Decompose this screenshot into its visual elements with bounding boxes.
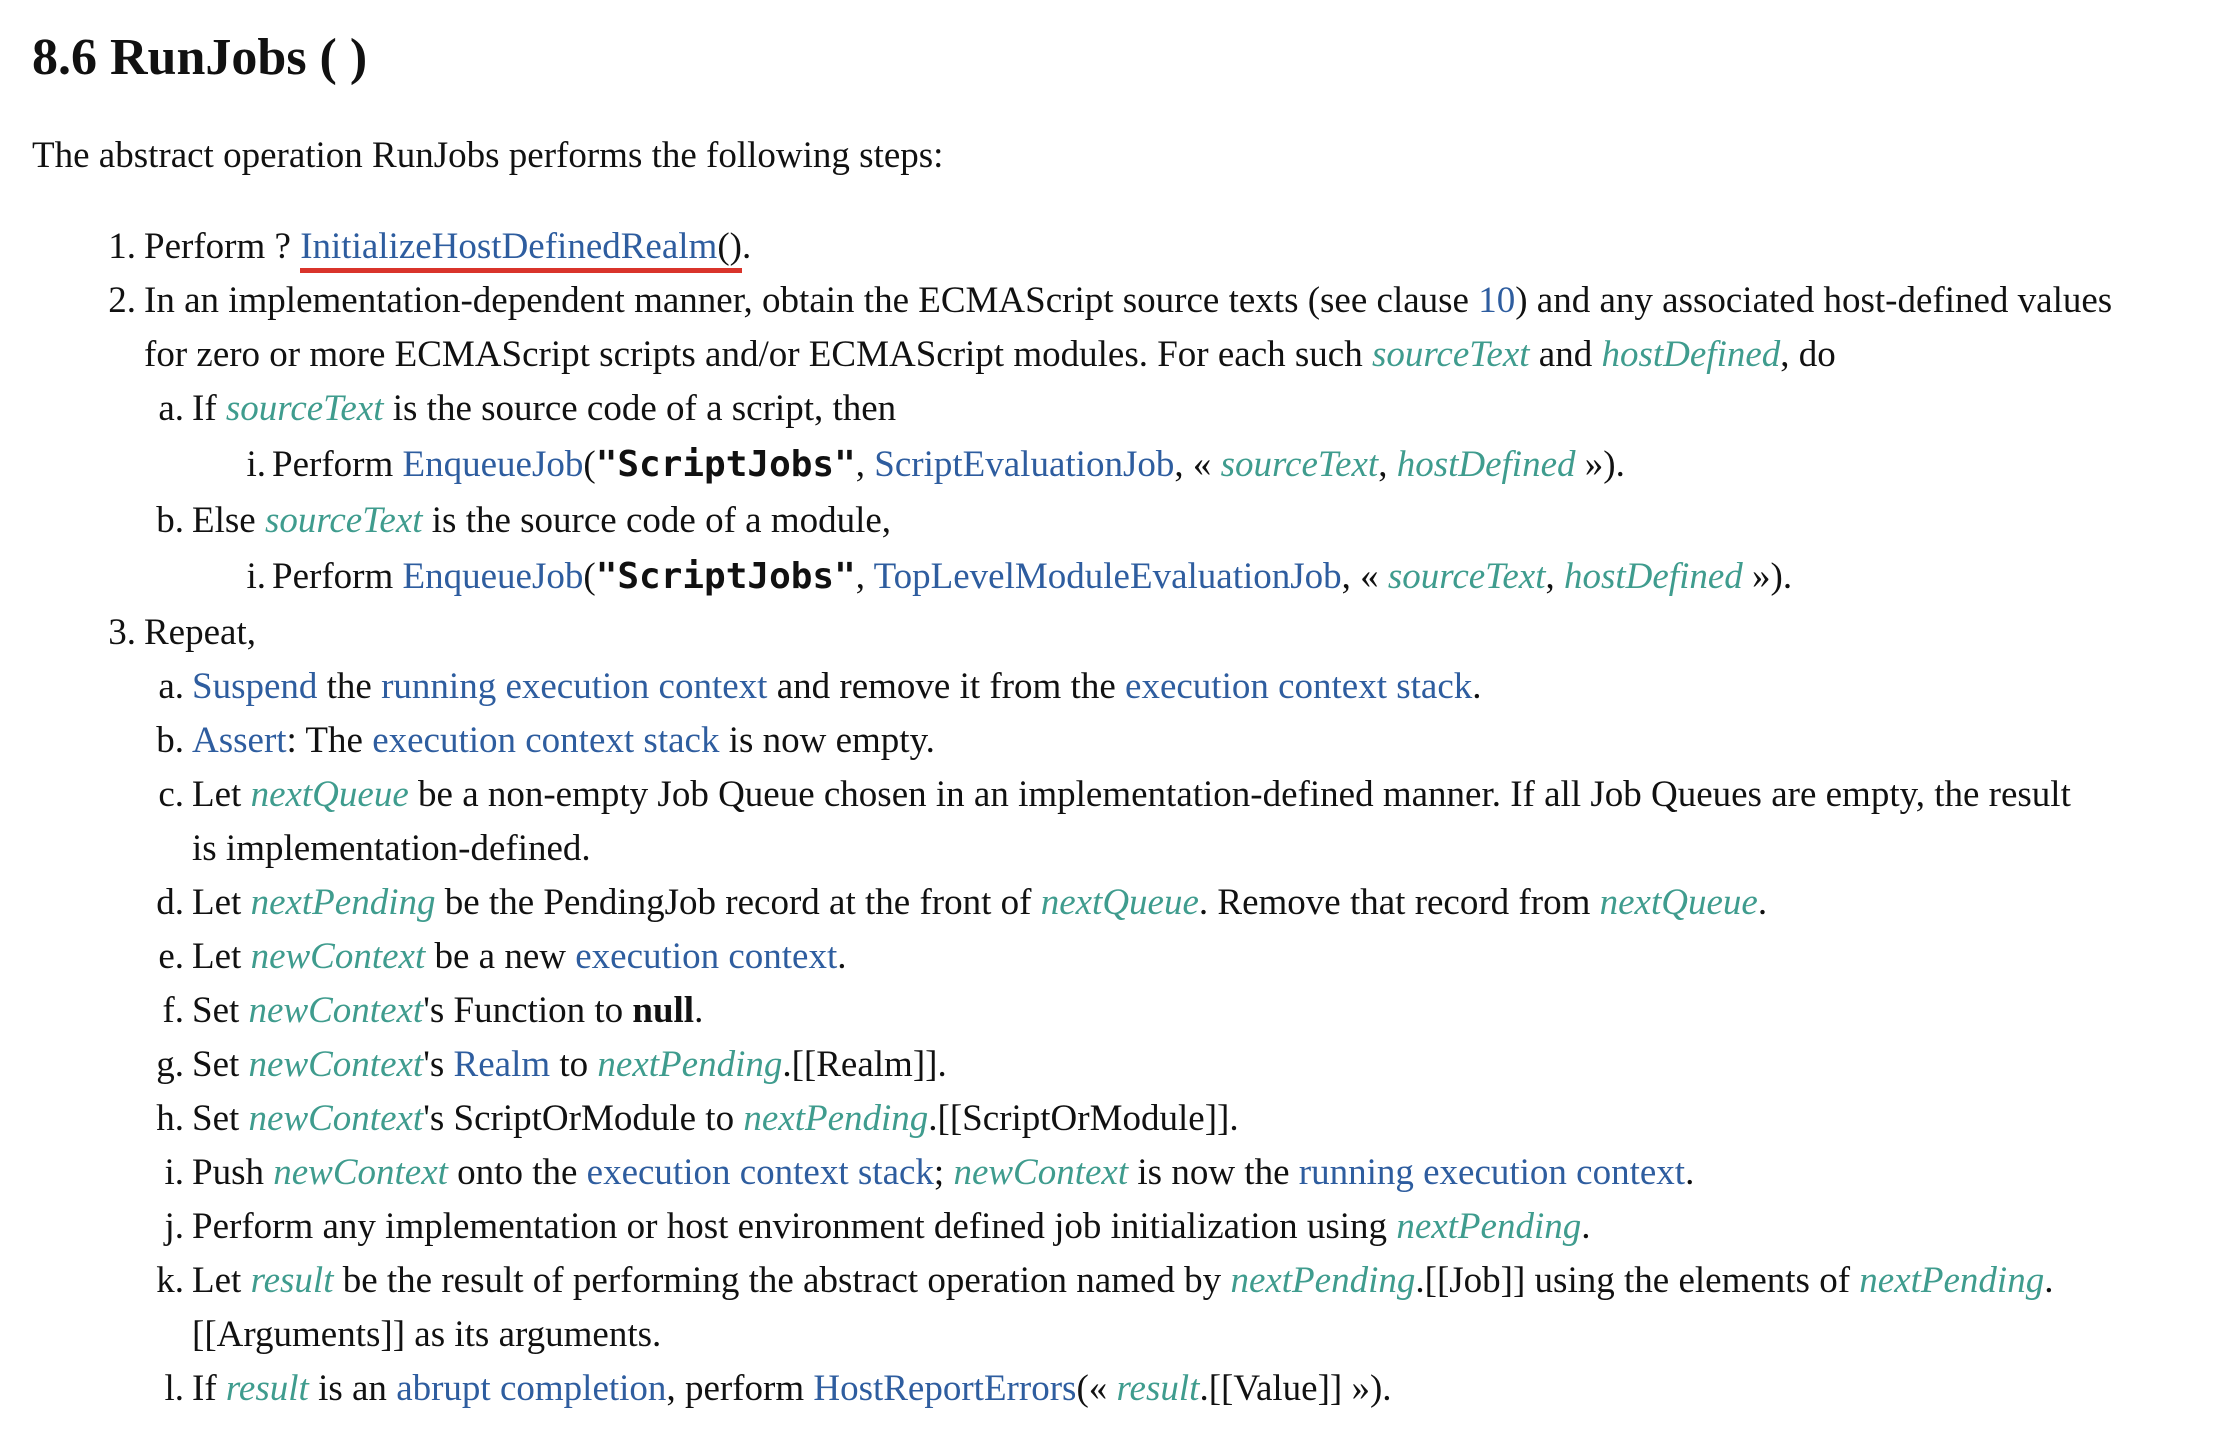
link-execution-context-stack[interactable]: execution context stack [372,720,719,761]
link-running-execution-context[interactable]: running execution context [381,666,767,707]
link-enqueue-job[interactable]: EnqueueJob [403,556,584,597]
var-hostdefined: hostDefined [1563,556,1743,597]
var-result: result [225,1368,309,1409]
code-script-jobs: "ScriptJobs" [595,556,856,597]
step-marker: i. [246,556,266,597]
step-marker: 1. [108,226,136,267]
var-newcontext: newContext [250,936,426,977]
step-marker: f. [162,990,184,1031]
step-marker: g. [156,1044,184,1085]
var-nextqueue: nextQueue [250,774,409,815]
step-marker: j. [164,1206,184,1247]
step-marker: i. [246,444,266,485]
step-marker: i. [164,1152,184,1193]
step-marker: k. [156,1260,184,1301]
section-title: RunJobs ( ) [110,29,368,86]
var-newcontext: newContext [248,990,424,1031]
step-marker: b. [156,720,184,761]
step-marker: a. [158,388,184,429]
intro-text: The abstract operation RunJobs performs … [32,135,944,176]
spec-section: 8.6 RunJobs ( ) The abstract operation R… [0,0,2236,1454]
var-nextpending: nextPending [1859,1260,2045,1301]
step-3c-continued: is implementation-defined. [192,828,591,869]
var-newcontext: newContext [248,1044,424,1085]
link-abrupt-completion[interactable]: abrupt completion [396,1368,666,1409]
var-nextpending: nextPending [1396,1206,1582,1247]
link-suspend[interactable]: Suspend [192,666,317,707]
step-marker: l. [164,1368,184,1409]
var-sourcetext: sourceText [264,500,423,541]
step-marker: e. [158,936,184,977]
link-script-evaluation-job[interactable]: ScriptEvaluationJob [874,444,1174,485]
var-nextpending: nextPending [250,882,436,923]
code-script-jobs: "ScriptJobs" [595,444,856,485]
section-heading: 8.6 RunJobs ( ) [32,22,367,94]
link-assert[interactable]: Assert [192,720,287,761]
link-execution-context-stack[interactable]: execution context stack [587,1152,934,1193]
step-marker: h. [156,1098,184,1139]
section-number: 8.6 [32,29,97,86]
var-nextqueue: nextQueue [1040,882,1199,923]
var-result: result [1116,1368,1200,1409]
var-newcontext: newContext [273,1152,448,1193]
link-realm[interactable]: Realm [454,1044,551,1085]
var-sourcetext: sourceText [1371,334,1530,375]
var-sourcetext: sourceText [1387,556,1546,597]
var-nextpending: nextPending [743,1098,929,1139]
link-running-execution-context[interactable]: running execution context [1299,1152,1685,1193]
step-marker: c. [158,774,184,815]
link-clause-10[interactable]: 10 [1478,280,1515,321]
var-sourcetext: sourceText [225,388,384,429]
step-marker: d. [156,882,184,923]
var-hostdefined: hostDefined [1601,334,1781,375]
var-nextpending: nextPending [597,1044,783,1085]
var-nextqueue: nextQueue [1599,882,1758,923]
link-top-level-module-evaluation-job[interactable]: TopLevelModuleEvaluationJob [874,556,1342,597]
var-newcontext: newContext [248,1098,424,1139]
link-execution-context-stack[interactable]: execution context stack [1125,666,1472,707]
link-enqueue-job[interactable]: EnqueueJob [403,444,584,485]
step-marker: a. [158,666,184,707]
var-result: result [250,1260,334,1301]
link-host-report-errors[interactable]: HostReportErrors [813,1368,1076,1409]
step-3k-continued: [[Arguments]] as its arguments. [192,1314,662,1355]
var-sourcetext: sourceText [1220,444,1379,485]
step-marker: 3. [108,612,136,653]
var-newcontext: newContext [953,1152,1129,1193]
step-marker: 2. [108,280,136,321]
link-initialize-host-defined-realm[interactable]: InitializeHostDefinedRealm [300,226,717,267]
step-marker: b. [156,500,184,541]
null-keyword: null [632,990,695,1031]
var-nextpending: nextPending [1230,1260,1416,1301]
link-execution-context[interactable]: execution context [575,936,837,977]
step-2-continued: for zero or more ECMAScript scripts and/… [144,334,1836,375]
var-hostdefined: hostDefined [1396,444,1576,485]
